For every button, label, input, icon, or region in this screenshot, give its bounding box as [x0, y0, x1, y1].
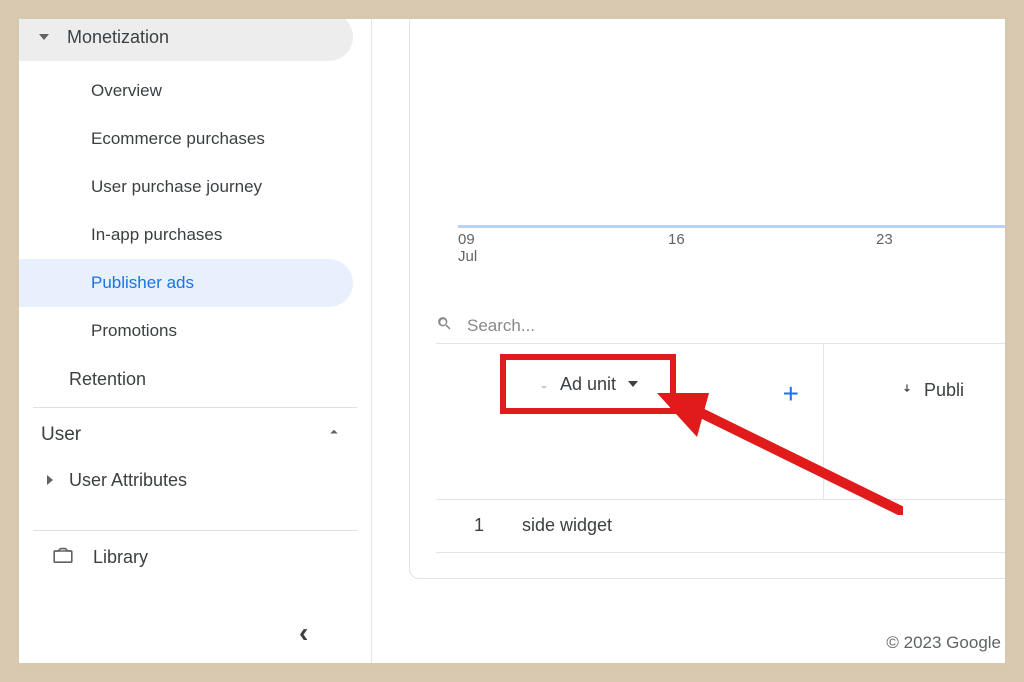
add-column-button[interactable]: + [783, 380, 799, 408]
column-ad-unit: Ad unit + [436, 344, 824, 500]
chart-axis [458, 225, 1008, 228]
row-index: 1 [436, 515, 522, 536]
sidebar-item-label: Overview [91, 81, 162, 101]
column-label: Ad unit [560, 374, 616, 395]
column-publisher[interactable]: Publi [824, 344, 1008, 500]
sidebar-item-user-purchase-journey[interactable]: User purchase journey [19, 163, 371, 211]
x-tick-day: 09 [458, 231, 477, 248]
x-tick-day: 23 [876, 231, 893, 248]
timeline-chart: 09 Jul 16 23 [440, 17, 1008, 263]
caret-down-icon [628, 381, 638, 387]
library-icon [53, 547, 93, 568]
sidebar: Monetization Overview Ecommerce purchase… [19, 16, 372, 666]
sort-down-icon [538, 378, 550, 390]
main-panel: 09 Jul 16 23 Search... Ad uni [409, 17, 1008, 579]
sidebar-item-retention[interactable]: Retention [19, 355, 371, 403]
sidebar-item-label: Promotions [91, 321, 177, 341]
sidebar-section-monetization[interactable]: Monetization [19, 16, 353, 61]
caret-down-icon [39, 34, 49, 40]
table-row[interactable]: 1 side widget [436, 499, 1008, 553]
column-label: Publi [924, 380, 964, 401]
footer-copyright: © 2023 Google [886, 633, 1001, 653]
sidebar-item-label: Publisher ads [91, 273, 194, 293]
caret-right-icon [47, 475, 53, 485]
sidebar-item-label: Retention [69, 369, 146, 390]
x-tick: 23 [876, 231, 893, 248]
sidebar-item-publisher-ads[interactable]: Publisher ads [19, 259, 353, 307]
collapse-sidebar-button[interactable]: ‹ [299, 617, 308, 649]
sidebar-item-label: User Attributes [69, 470, 187, 491]
sidebar-item-in-app-purchases[interactable]: In-app purchases [19, 211, 371, 259]
x-tick: 09 Jul [458, 231, 477, 265]
sidebar-item-label: Ecommerce purchases [91, 129, 265, 149]
table-header: Ad unit + Publi [436, 343, 1008, 499]
divider [33, 530, 357, 531]
plus-icon: + [783, 378, 799, 409]
x-tick-day: 16 [668, 231, 685, 248]
sidebar-item-label: User purchase journey [91, 177, 262, 197]
chevron-up-icon [325, 423, 343, 447]
search-input[interactable]: Search... [436, 315, 535, 337]
sidebar-item-user-attributes[interactable]: User Attributes [19, 458, 371, 502]
sidebar-item-label: In-app purchases [91, 225, 222, 245]
divider [33, 407, 357, 408]
x-tick: 16 [668, 231, 685, 248]
row-name: side widget [522, 515, 1008, 536]
sidebar-item-promotions[interactable]: Promotions [19, 307, 371, 355]
sidebar-item-ecommerce-purchases[interactable]: Ecommerce purchases [19, 115, 371, 163]
sidebar-item-library[interactable]: Library [19, 535, 371, 579]
sidebar-section-label: Monetization [67, 27, 169, 48]
sidebar-section-user[interactable]: User [19, 412, 371, 458]
sidebar-section-label: User [41, 424, 81, 446]
search-icon [436, 315, 467, 337]
sort-down-icon [900, 380, 914, 401]
ad-unit-dropdown[interactable]: Ad unit [500, 354, 676, 414]
search-placeholder: Search... [467, 316, 535, 336]
app-frame: Monetization Overview Ecommerce purchase… [16, 16, 1008, 666]
sidebar-item-overview[interactable]: Overview [19, 67, 371, 115]
x-tick-month: Jul [458, 248, 477, 265]
sidebar-item-label: Library [93, 547, 148, 568]
chevron-left-icon: ‹ [299, 617, 308, 648]
